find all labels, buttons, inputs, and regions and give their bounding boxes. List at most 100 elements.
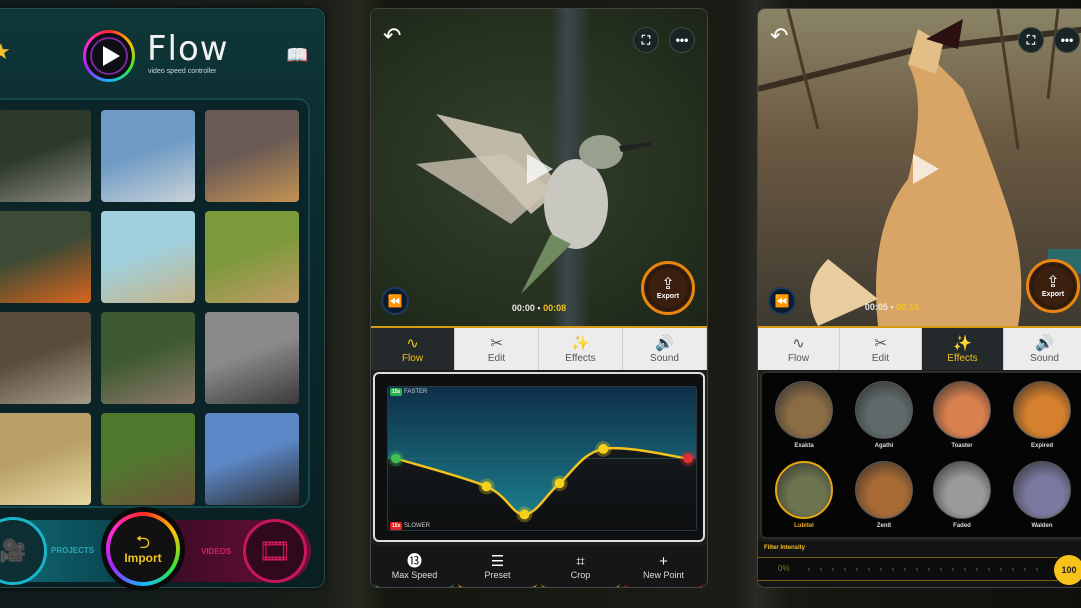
max-speed-button[interactable]: ⓭ Max Speed [375, 545, 454, 587]
filter-zenit[interactable]: Zenit [854, 461, 914, 529]
magic-wand-icon: ✨ [571, 334, 590, 352]
play-icon[interactable] [913, 154, 939, 184]
speed-end-point[interactable] [683, 453, 694, 464]
tab-effects[interactable]: ✨ Effects [539, 328, 623, 370]
scissors-icon: ✂ [490, 334, 503, 352]
video-preview[interactable]: ↶ ⛶ ••• ⏪ 00:05 • 00:15 ⇪ Export [758, 9, 1081, 326]
app-title: Flow [147, 29, 229, 69]
filter-preview [1013, 381, 1071, 439]
speed-start-point[interactable] [390, 453, 401, 464]
speed-graph[interactable]: 15x FASTER 15x SLOWER [387, 386, 697, 531]
filter-name: Zenit [876, 523, 892, 529]
filter-preview [933, 381, 991, 439]
new-point-button[interactable]: + New Point [624, 545, 703, 587]
speed-control-point[interactable] [519, 509, 530, 520]
video-thumbnail-sand-jump[interactable] [0, 413, 91, 505]
filter-preview [855, 461, 913, 519]
videos-label[interactable]: VIDEOS [201, 547, 231, 556]
speed-control-point[interactable] [554, 478, 565, 489]
video-thumbnail-black-dog[interactable] [205, 413, 299, 505]
tab-flow[interactable]: ∿ Flow [758, 328, 840, 370]
filter-preview [1013, 461, 1071, 519]
play-logo-icon [83, 30, 135, 82]
hummingbird-image [416, 114, 651, 294]
tab-label: Sound [650, 352, 679, 364]
film-strip-icon[interactable]: 🎞 [243, 519, 307, 583]
intensity-slider-handle[interactable]: 100 [1054, 555, 1081, 585]
video-preview[interactable]: ↶ ⛶ ••• ⏪ 00:00 • 00:08 ⇪ Export [371, 9, 707, 326]
back-arrow-icon[interactable]: ↶ [383, 23, 401, 49]
intensity-min: 0% [778, 564, 790, 573]
filter-name: Agathi [874, 443, 894, 449]
tab-sound[interactable]: 🔊 Sound [1004, 328, 1081, 370]
crop-button[interactable]: ⌗ Crop [541, 545, 620, 587]
scissors-icon: ✂ [874, 334, 887, 352]
flow-toolbar: ⓭ Max Speed ☰ Preset ⌗ Crop + New Point [371, 545, 707, 587]
video-thumbnail-backflip[interactable] [205, 312, 299, 404]
app-subtitle: video speed controller [148, 68, 217, 75]
speed-graph-panel: 15x FASTER 15x SLOWER [373, 372, 705, 542]
filter-intensity-label: Filter Intensity [764, 545, 806, 551]
filter-agathi[interactable]: Agathi [854, 381, 914, 449]
share-icon: ⇪ [1046, 273, 1060, 291]
export-button[interactable]: ⇪ Export [641, 261, 695, 315]
tab-label: Flow [401, 352, 424, 364]
back-arrow-icon[interactable]: ↶ [770, 23, 788, 49]
mode-tabs: ∿ Flow ✂ Edit ✨ Effects 🔊 Sound [758, 326, 1081, 370]
filter-name: Walden [1031, 523, 1053, 529]
intensity-slider[interactable]: 0% [758, 557, 1058, 581]
filter-preview [775, 461, 833, 519]
tool-label: Max Speed [391, 569, 438, 580]
import-label: Import [124, 551, 162, 565]
filter-name: Expired [1030, 443, 1053, 449]
tab-sound[interactable]: 🔊 Sound [623, 328, 707, 370]
playback-time: 00:05 • 00:15 [864, 302, 920, 312]
import-button[interactable]: ⮌ Import [106, 512, 180, 586]
filter-preview [933, 461, 991, 519]
video-thumbnail-chipmunk[interactable] [101, 413, 195, 505]
video-thumbnail-butterfly[interactable] [0, 211, 91, 303]
filter-faded[interactable]: Faded [932, 461, 992, 529]
more-options-icon[interactable]: ••• [1054, 27, 1080, 53]
video-thumbnail-skateboard-jump[interactable] [101, 211, 195, 303]
tab-edit[interactable]: ✂ Edit [455, 328, 539, 370]
filter-walden[interactable]: Walden [1012, 461, 1072, 529]
filter-toaster[interactable]: Toaster [932, 381, 992, 449]
play-icon[interactable] [527, 154, 553, 184]
tab-edit[interactable]: ✂ Edit [840, 328, 922, 370]
filter-lubitel[interactable]: Lubitel [774, 461, 834, 529]
video-thumbnail-water-splash[interactable] [101, 110, 195, 202]
max-speed-icon: ⓭ [406, 552, 422, 570]
more-options-icon[interactable]: ••• [669, 27, 695, 53]
filter-preview [855, 381, 913, 439]
book-icon[interactable]: 📖 [286, 45, 308, 66]
slower-badge: 15x [390, 522, 403, 530]
speaker-icon: 🔊 [655, 334, 674, 352]
filter-exakta[interactable]: Exakta [774, 381, 834, 449]
video-thumbnail-dog-ball[interactable] [205, 110, 299, 202]
video-thumbnail-skateboard-rail[interactable] [101, 312, 195, 404]
tab-flow[interactable]: ∿ Flow [371, 328, 455, 370]
filter-name: Faded [953, 523, 971, 529]
fullscreen-icon[interactable]: ⛶ [1018, 27, 1044, 53]
tab-label: Flow [787, 352, 810, 364]
projects-label[interactable]: PROJECTS [51, 546, 94, 555]
speed-control-point[interactable] [481, 481, 492, 492]
star-icon[interactable]: ★ [0, 39, 11, 65]
preset-button[interactable]: ☰ Preset [458, 545, 537, 587]
video-thumbnail-hummingbird[interactable] [0, 110, 91, 202]
home-screen: ★ Flow video speed controller 📖 🎥 PROJEC… [0, 8, 325, 588]
slower-label: SLOWER [404, 523, 431, 529]
filter-intensity-panel: Filter Intensity 0% 100 [758, 541, 1081, 587]
video-thumbnail-wasp-flower[interactable] [0, 312, 91, 404]
filter-name: Toaster [951, 443, 973, 449]
plus-icon: + [659, 552, 668, 570]
tab-effects[interactable]: ✨ Effects [922, 328, 1004, 370]
fullscreen-icon[interactable]: ⛶ [633, 27, 659, 53]
speed-control-point[interactable] [598, 444, 609, 454]
export-button[interactable]: ⇪ Export [1026, 259, 1080, 313]
flow-wave-icon: ∿ [792, 334, 805, 352]
filter-name: Lubitel [794, 523, 814, 529]
filter-expired[interactable]: Expired [1012, 381, 1072, 449]
video-thumbnail-bottle-figure[interactable] [205, 211, 299, 303]
